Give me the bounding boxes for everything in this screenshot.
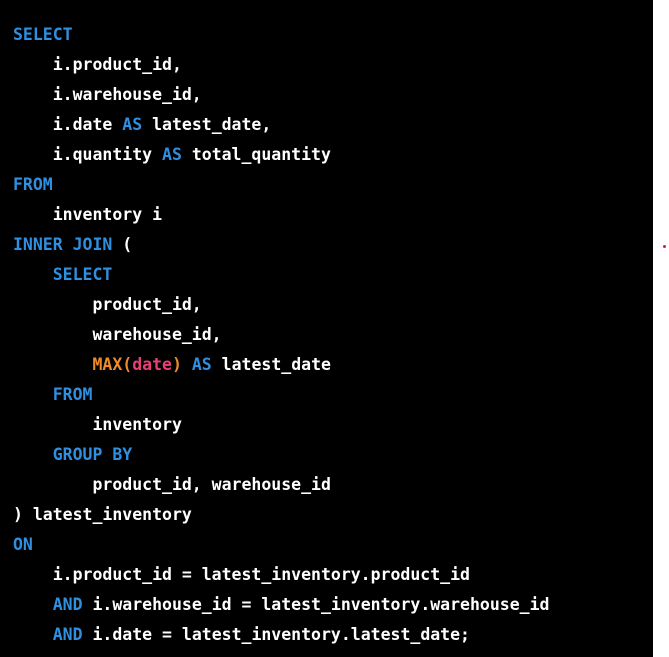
sql-function: (	[122, 355, 133, 374]
code-line: ON	[13, 530, 549, 560]
code-text: i.product_id,	[13, 55, 182, 74]
code-text: (	[112, 235, 133, 254]
code-text: i.warehouse_id,	[13, 85, 202, 104]
code-line: SELECT	[13, 260, 549, 290]
code-text: i.date = latest_inventory.latest_date;	[82, 625, 470, 644]
sql-keyword: FROM	[13, 175, 53, 194]
code-line: AND i.date = latest_inventory.latest_dat…	[13, 620, 549, 650]
code-line: i.product_id = latest_inventory.product_…	[13, 560, 549, 590]
code-text: total_quantity	[181, 145, 331, 164]
sql-keyword: AS	[191, 355, 212, 374]
code-text: warehouse_id,	[13, 325, 222, 344]
code-line: ) latest_inventory	[13, 500, 549, 530]
sql-function: MAX	[92, 355, 123, 374]
sql-keyword: AS	[122, 115, 143, 134]
code-line: FROM	[13, 170, 549, 200]
code-text: product_id, warehouse_id	[13, 475, 331, 494]
code-line: product_id,	[13, 290, 549, 320]
code-line: inventory i	[13, 200, 549, 230]
code-text: latest_date,	[142, 115, 272, 134]
code-line: i.warehouse_id,	[13, 80, 549, 110]
code-text: i.quantity	[13, 145, 163, 164]
code-line: MAX(date) AS latest_date	[13, 350, 549, 380]
code-text: i.warehouse_id = latest_inventory.wareho…	[82, 595, 550, 614]
code-text: ) latest_inventory	[13, 505, 192, 524]
code-text: inventory i	[13, 205, 163, 224]
code-line: inventory	[13, 410, 549, 440]
code-line: i.quantity AS total_quantity	[13, 140, 549, 170]
sql-keyword: SELECT	[52, 265, 113, 284]
code-text: inventory	[13, 415, 182, 434]
code-line: i.date AS latest_date,	[13, 110, 549, 140]
code-line: AND i.warehouse_id = latest_inventory.wa…	[13, 590, 550, 620]
sql-keyword: GROUP BY	[52, 445, 133, 464]
code-line: SELECT	[13, 20, 549, 50]
sql-keyword: ON	[13, 535, 33, 554]
code-line: i.product_id,	[13, 50, 549, 80]
sql-keyword: FROM	[52, 385, 93, 404]
code-line: GROUP BY	[13, 440, 549, 470]
sql-keyword: SELECT	[13, 25, 73, 44]
red-dot-marker	[663, 245, 666, 248]
code-block[interactable]: SELECT i.product_id, i.warehouse_id, i.d…	[0, 0, 653, 657]
sql-keyword: INNER JOIN	[13, 235, 113, 254]
code-line: product_id, warehouse_id	[13, 470, 549, 500]
sql-function: )	[171, 355, 182, 374]
sql-argument: date	[132, 355, 172, 374]
code-text: i.date	[13, 115, 123, 134]
code-line: warehouse_id,	[13, 320, 549, 350]
sql-keyword: AND	[52, 595, 83, 614]
sql-code[interactable]: SELECT i.product_id, i.warehouse_id, i.d…	[13, 20, 549, 650]
code-line: FROM	[13, 380, 549, 410]
sql-keyword: AS	[162, 145, 182, 164]
code-text: product_id,	[13, 295, 202, 314]
code-line: INNER JOIN (	[13, 230, 549, 260]
screenshot-frame: SELECT i.product_id, i.warehouse_id, i.d…	[0, 0, 669, 657]
code-text: i.product_id = latest_inventory.product_…	[13, 565, 470, 584]
sql-keyword: AND	[52, 625, 83, 644]
code-text: latest_date	[211, 355, 331, 374]
